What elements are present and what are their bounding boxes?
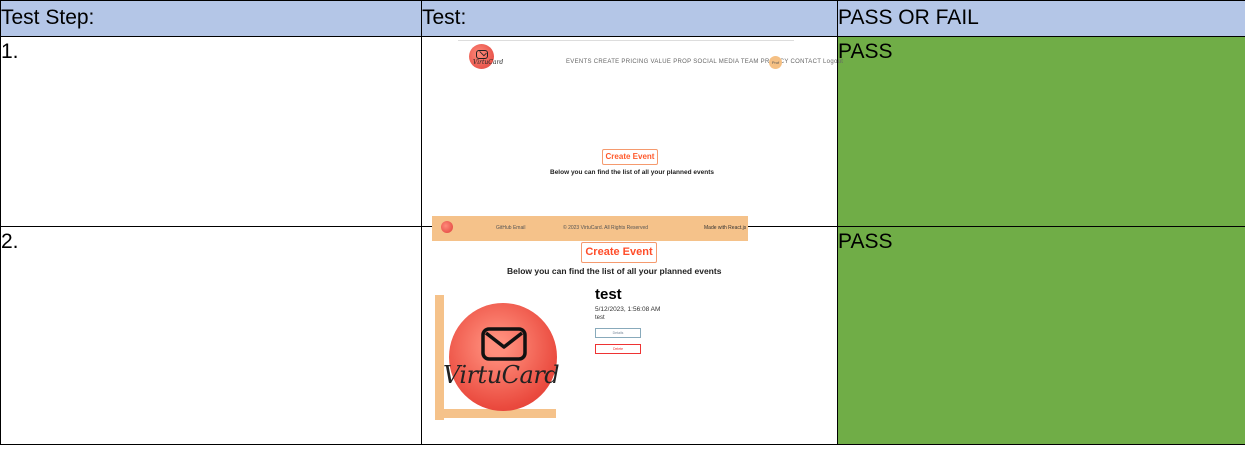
test-results-table: Test Step: Test: PASS OR FAIL 1. VirtuCa…: [0, 0, 1245, 445]
step-number: 2.: [0, 226, 422, 445]
event-description: test: [595, 315, 605, 321]
test-screenshot-cell: Create Event Below you can find the list…: [421, 226, 838, 445]
profile-badge: Prof: [769, 56, 782, 69]
virtucard-logo: VirtuCard: [443, 303, 560, 411]
step-number: 1.: [0, 36, 422, 227]
event-date: 5/12/2023, 1:56:08 AM: [595, 306, 661, 313]
events-list-screenshot: Create Event Below you can find the list…: [422, 227, 832, 444]
header-row: Test Step: Test: PASS OR FAIL: [0, 0, 1245, 37]
result-pass: PASS: [837, 36, 1245, 227]
envelope-icon: [476, 50, 488, 59]
test-screenshot-cell: VirtuCard EVENTS CREATE PRICING VALUE PR…: [421, 36, 843, 241]
delete-button: Delete: [595, 344, 641, 354]
logo-wordmark: VirtuCard: [443, 361, 560, 389]
events-subtitle: Below you can find the list of all your …: [550, 169, 714, 176]
header-pass-or-fail: PASS OR FAIL: [837, 0, 1245, 37]
divider: [458, 40, 794, 41]
virtucard-logo: VirtuCard: [469, 44, 503, 69]
events-subtitle: Below you can find the list of all your …: [507, 266, 722, 276]
homepage-screenshot: VirtuCard EVENTS CREATE PRICING VALUE PR…: [458, 40, 843, 222]
envelope-icon: [481, 327, 527, 361]
table-row: 1. VirtuCard EVENTS CREATE PRICING VALUE…: [0, 36, 1245, 241]
logo-wordmark: VirtuCard: [473, 59, 504, 66]
details-button: Details: [595, 328, 641, 338]
top-navigation: EVENTS CREATE PRICING VALUE PROP SOCIAL …: [566, 59, 844, 65]
event-title: test: [595, 286, 622, 303]
create-event-button: Create Event: [581, 242, 657, 263]
header-test-step: Test Step:: [0, 0, 422, 37]
header-test: Test:: [421, 0, 838, 37]
result-pass: PASS: [837, 226, 1245, 445]
table-row: 2. Create Event Below you can find the l…: [0, 226, 1245, 445]
create-event-button: Create Event: [602, 149, 658, 165]
image-frame: [435, 295, 444, 420]
